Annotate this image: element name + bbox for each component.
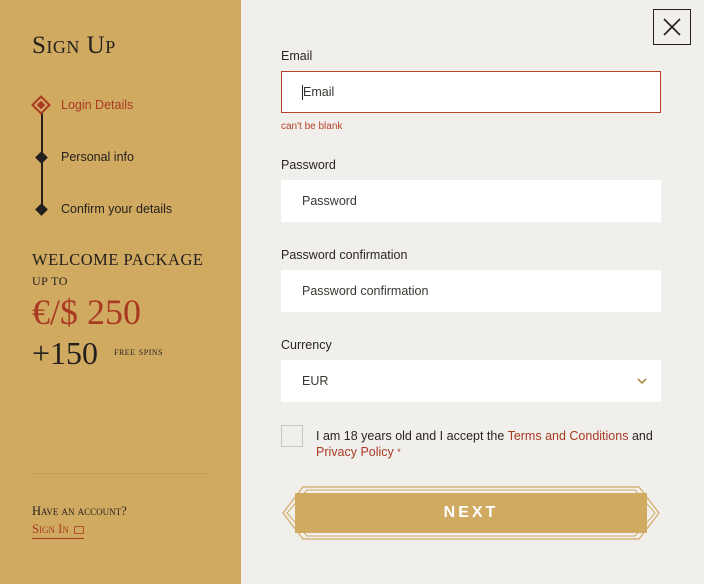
password-confirmation-field-wrapper — [281, 270, 661, 312]
page-title: Sign Up — [32, 32, 116, 59]
step-label: Personal info — [61, 150, 134, 164]
sidebar: Sign Up Login Details Personal info Conf… — [0, 0, 241, 584]
privacy-link[interactable]: Privacy Policy — [316, 445, 394, 459]
email-error: can't be blank — [281, 121, 343, 132]
age-consent-checkbox[interactable] — [281, 425, 303, 447]
step-marker-icon — [35, 203, 48, 216]
password-field[interactable] — [302, 194, 660, 208]
signin-icon — [73, 526, 84, 535]
consent-text: I am 18 years old and I accept the Terms… — [316, 428, 656, 460]
promo-spins-count: +150 — [32, 335, 99, 371]
have-account-text: Have an account? — [32, 504, 127, 518]
currency-label: Currency — [281, 338, 332, 352]
next-button[interactable]: NEXT — [295, 493, 647, 533]
close-button[interactable] — [653, 9, 691, 45]
step-label: Confirm your details — [61, 202, 173, 216]
next-button-frame: NEXT — [281, 486, 661, 540]
step-label: Login Details — [61, 98, 134, 112]
close-icon — [663, 18, 681, 36]
password-confirmation-label: Password confirmation — [281, 248, 408, 262]
password-confirmation-field[interactable] — [302, 284, 660, 298]
promo-spins-label: free spins — [114, 346, 164, 358]
currency-select[interactable]: EUR — [281, 360, 661, 402]
chevron-down-icon — [637, 378, 647, 385]
currency-selected-value: EUR — [302, 374, 329, 388]
step-marker-icon — [35, 151, 48, 164]
email-label: Email — [281, 49, 313, 63]
consent-middle: and — [628, 429, 653, 443]
signin-link[interactable]: Sign In — [32, 522, 84, 539]
email-field[interactable] — [303, 85, 660, 99]
required-mark: * — [397, 447, 401, 457]
email-field-wrapper — [281, 71, 661, 113]
promo-up-to: UP TO — [32, 274, 68, 288]
promo-amount: €/$ 250 — [32, 292, 142, 332]
signin-label: Sign In — [32, 522, 69, 536]
step-active-marker-icon — [31, 95, 51, 115]
promo-headline: WELCOME PACKAGE — [32, 250, 204, 269]
sidebar-divider — [32, 473, 210, 474]
password-label: Password — [281, 158, 336, 172]
consent-prefix: I am 18 years old and I accept the — [316, 429, 508, 443]
password-field-wrapper — [281, 180, 661, 222]
terms-link[interactable]: Terms and Conditions — [508, 429, 629, 443]
